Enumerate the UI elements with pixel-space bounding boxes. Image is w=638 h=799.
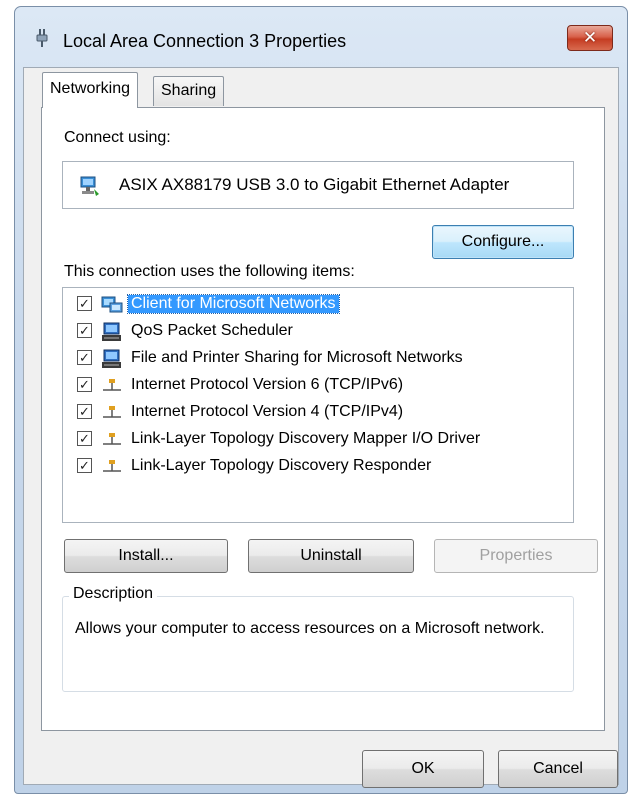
item-label: QoS Packet Scheduler (131, 322, 293, 339)
list-item-ipv4[interactable]: ✓ Internet Protocol Version 4 (TCP/IPv4) (63, 400, 573, 426)
network-protocol-icon (103, 406, 121, 418)
item-label: Internet Protocol Version 6 (TCP/IPv6) (131, 376, 404, 393)
list-item-lltd-mapper[interactable]: ✓ Link-Layer Topology Discovery Mapper I… (63, 427, 573, 453)
description-group: Description Allows your computer to acce… (62, 585, 574, 692)
items-label: This connection uses the following items… (64, 263, 355, 280)
item-label: Client for Microsoft Networks (127, 294, 340, 314)
item-checkbox[interactable]: ✓ (77, 350, 92, 365)
properties-button-label: Properties (479, 547, 553, 564)
networking-tab-panel: Connect using: ASIX AX88179 USB 3.0 to G… (41, 107, 605, 731)
item-label: Link-Layer Topology Discovery Mapper I/O… (131, 430, 481, 447)
install-button[interactable]: Install... (64, 539, 228, 573)
description-legend: Description (69, 585, 158, 603)
uninstall-button[interactable]: Uninstall (248, 539, 414, 573)
network-service-icon (102, 322, 121, 341)
list-item-lltd-responder[interactable]: ✓ Link-Layer Topology Discovery Responde… (63, 454, 573, 480)
description-text: Allows your computer to access resources… (75, 620, 545, 637)
item-checkbox[interactable]: ✓ (77, 296, 92, 311)
network-protocol-icon (103, 379, 121, 391)
tab-sharing[interactable]: Sharing (153, 76, 225, 106)
uninstall-button-label: Uninstall (300, 547, 362, 564)
close-button[interactable]: ✕ (567, 25, 613, 51)
list-item-ipv6[interactable]: ✓ Internet Protocol Version 6 (TCP/IPv6) (63, 373, 573, 399)
item-checkbox[interactable]: ✓ (77, 458, 92, 473)
item-checkbox[interactable]: ✓ (77, 431, 92, 446)
adapter-field: ASIX AX88179 USB 3.0 to Gigabit Ethernet… (62, 161, 574, 209)
network-protocol-icon (103, 460, 121, 472)
connect-using-label: Connect using: (64, 129, 171, 146)
configure-button-label: Configure... (461, 233, 545, 250)
ok-button[interactable]: OK (362, 750, 484, 788)
items-list[interactable]: ✓ Client for Microsoft Networks ✓ QoS Pa… (62, 287, 574, 523)
title-bar[interactable]: Local Area Connection 3 Properties ✕ (15, 7, 627, 67)
configure-button[interactable]: Configure... (432, 225, 574, 259)
list-item-qos-packet-scheduler[interactable]: ✓ QoS Packet Scheduler (63, 319, 573, 345)
network-client-icon (101, 296, 123, 313)
dialog-client-area: Networking Sharing Connect using: ASIX A… (23, 67, 619, 788)
ok-button-label: OK (411, 760, 435, 777)
tab-networking[interactable]: Networking (42, 72, 139, 108)
item-checkbox[interactable]: ✓ (77, 323, 92, 338)
item-label: Link-Layer Topology Discovery Responder (131, 457, 432, 474)
item-checkbox[interactable]: ✓ (77, 404, 92, 419)
network-plug-icon (36, 29, 48, 47)
network-protocol-icon (103, 433, 121, 445)
properties-dialog: Local Area Connection 3 Properties ✕ Net… (14, 6, 628, 794)
install-button-label: Install... (118, 547, 174, 564)
cancel-button-label: Cancel (533, 760, 583, 777)
network-service-icon (102, 349, 121, 368)
close-icon: ✕ (582, 28, 598, 47)
window-title: Local Area Connection 3 Properties (63, 31, 347, 51)
item-label: Internet Protocol Version 4 (TCP/IPv4) (131, 403, 404, 420)
cancel-button[interactable]: Cancel (498, 750, 618, 788)
properties-button[interactable]: Properties (434, 539, 598, 573)
item-checkbox[interactable]: ✓ (77, 377, 92, 392)
list-item-file-and-printer-sharing[interactable]: ✓ File and Printer Sharing for Microsoft… (63, 346, 573, 372)
network-adapter-icon (80, 176, 99, 196)
list-item-client-for-microsoft-networks[interactable]: ✓ Client for Microsoft Networks (63, 292, 573, 318)
item-label: File and Printer Sharing for Microsoft N… (131, 349, 463, 366)
adapter-name: ASIX AX88179 USB 3.0 to Gigabit Ethernet… (119, 175, 510, 194)
